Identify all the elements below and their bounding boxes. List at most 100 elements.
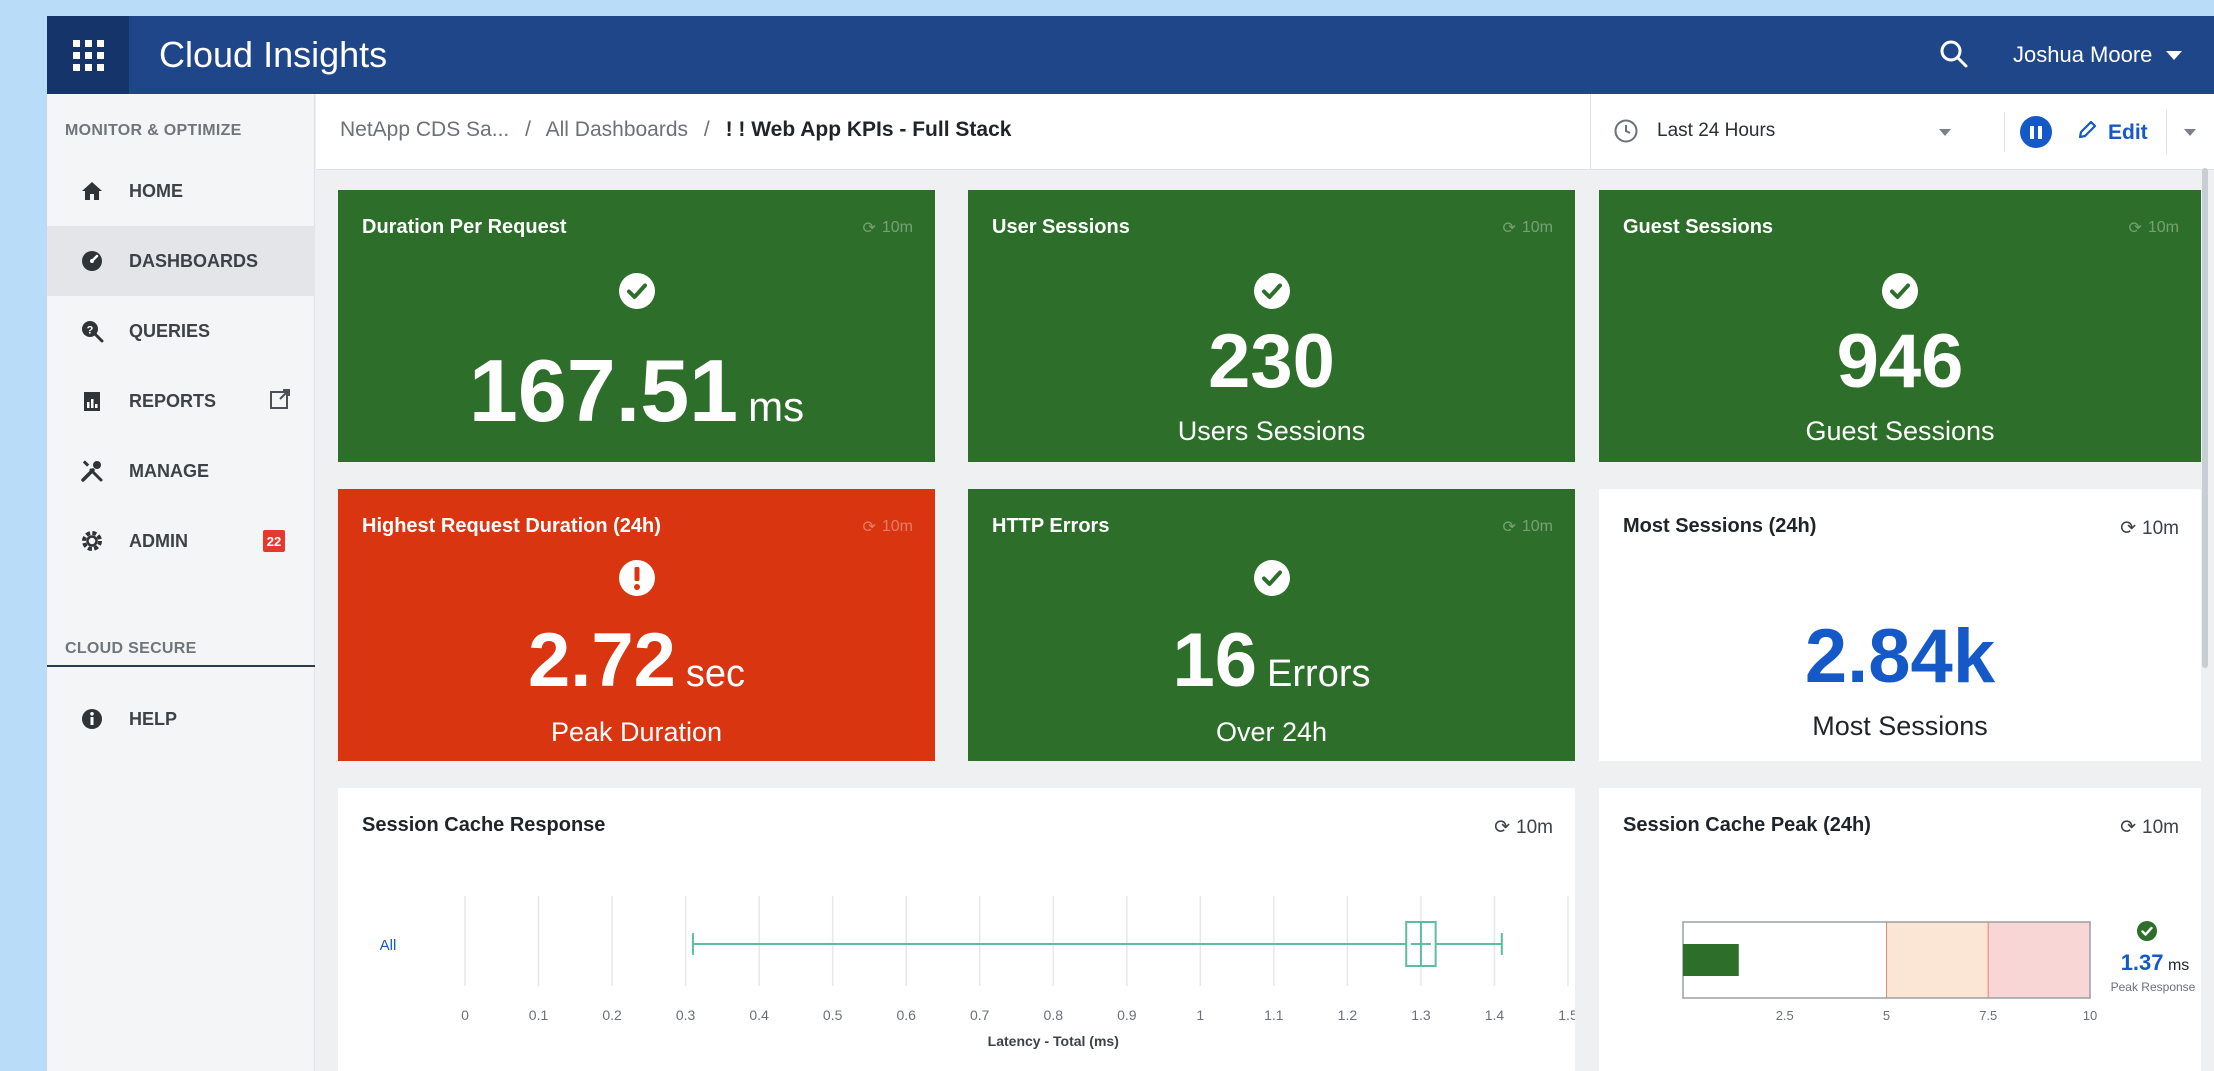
widget-refresh-interval: ⟳ 10m <box>2120 517 2179 540</box>
sidebar-item-home[interactable]: HOME <box>47 156 315 226</box>
sidebar-item-label: HOME <box>129 180 183 201</box>
tick-label: 10 <box>2083 1008 2097 1023</box>
range-band <box>1987 921 2091 999</box>
edit-button-label: Edit <box>2108 121 2148 144</box>
chevron-down-icon <box>2166 50 2183 60</box>
home-icon <box>77 176 107 206</box>
dashboard-toolbar: NetApp CDS Sa... / All Dashboards / ! ! … <box>316 94 2214 170</box>
widget-title: Duration Per Request <box>362 216 567 238</box>
tick-label: 1 <box>1196 1007 1204 1023</box>
sidebar-item-dashboards[interactable]: DASHBOARDS <box>47 226 315 296</box>
refresh-icon: ⟳ <box>2128 220 2142 237</box>
refresh-icon: ⟳ <box>862 220 876 237</box>
tick-label: 0.1 <box>529 1007 549 1023</box>
widget-highest-request-duration[interactable]: Highest Request Duration (24h) ⟳ 10m 2.72… <box>338 489 935 761</box>
tick-label: 0.4 <box>749 1007 769 1023</box>
widget-title: Most Sessions (24h) <box>1623 515 1817 537</box>
tick-label: 7.5 <box>1979 1008 1997 1023</box>
user-name: Joshua Moore <box>2013 42 2153 67</box>
widget-title: User Sessions <box>992 216 1130 238</box>
info-icon <box>77 704 107 734</box>
app-window: Cloud Insights Joshua Moore MONITOR & OP… <box>47 16 2214 1071</box>
check-circle-icon <box>618 272 656 315</box>
widget-http-errors[interactable]: HTTP Errors ⟳ 10m 16 Errors Over 24h <box>968 489 1575 761</box>
widget-session-cache-response[interactable]: Session Cache Response ⟳ 10m 0 0.1 0.2 0.3 0.… <box>338 788 1575 1071</box>
app-switcher-button[interactable] <box>47 16 129 94</box>
check-circle-icon <box>1253 272 1291 315</box>
widget-value: 2.84k <box>1804 614 1996 699</box>
peak-value: 1.37 ms <box>2120 950 2190 975</box>
check-circle-icon <box>2136 920 2158 947</box>
pause-refresh-button[interactable] <box>2020 116 2052 148</box>
sidebar: MONITOR & OPTIMIZE HOME DASHBOARDS ? QUE… <box>47 94 315 1071</box>
sidebar-item-manage[interactable]: MANAGE <box>47 436 315 506</box>
scrollbar[interactable] <box>2202 168 2208 668</box>
widget-refresh-interval: ⟳ 10m <box>862 518 913 536</box>
tick-label: 2.5 <box>1776 1008 1794 1023</box>
tick-label: 1.5 <box>1558 1007 1575 1023</box>
tick-label: 5 <box>1883 1008 1890 1023</box>
widget-value: 16 Errors <box>1172 618 1371 703</box>
widget-value: 2.72 sec <box>527 618 746 703</box>
chevron-down-icon <box>1939 129 1951 136</box>
tick-label: 1.3 <box>1411 1007 1431 1023</box>
sidebar-item-reports[interactable]: REPORTS <box>47 366 315 436</box>
widget-subtitle: Users Sessions <box>1177 416 1366 446</box>
widget-session-cache-peak[interactable]: Session Cache Peak (24h) ⟳ 10m 2.5 5 7.5 10 … <box>1599 788 2201 1071</box>
tick-label: 1.4 <box>1485 1007 1505 1023</box>
toolbar-divider <box>2004 112 2005 152</box>
widget-guest-sessions[interactable]: Guest Sessions ⟳ 10m 946 Guest Sessions <box>1599 190 2201 462</box>
refresh-icon: ⟳ <box>1502 220 1516 237</box>
top-bar: Cloud Insights Joshua Moore <box>47 16 2214 94</box>
check-circle-icon <box>1881 272 1919 315</box>
external-link-icon[interactable] <box>269 388 291 415</box>
user-menu[interactable]: Joshua Moore <box>2013 42 2183 68</box>
tick-label: 0.6 <box>896 1007 916 1023</box>
tick-label: 0.8 <box>1044 1007 1064 1023</box>
widget-user-sessions[interactable]: User Sessions ⟳ 10m 230 Users Sessions <box>968 190 1575 462</box>
tick-label: 0.2 <box>602 1007 622 1023</box>
breadcrumb-all-dashboards-link[interactable]: All Dashboards <box>546 118 688 141</box>
sidebar-item-label: MANAGE <box>129 460 209 481</box>
widget-title: Guest Sessions <box>1623 216 1774 238</box>
sidebar-item-label: HELP <box>129 708 178 729</box>
range-band <box>1886 921 1989 999</box>
refresh-icon: ⟳ <box>862 519 876 536</box>
time-range-value: Last 24 Hours <box>1657 120 1776 141</box>
sidebar-section-cloud-secure: CLOUD SECURE <box>65 640 197 657</box>
search-icon[interactable] <box>1934 34 1974 74</box>
page-title: ! ! Web App KPIs - Full Stack <box>725 118 1012 141</box>
breadcrumb-root-link[interactable]: NetApp CDS Sa... <box>340 118 509 141</box>
breadcrumb-separator: / <box>525 118 531 141</box>
widget-most-sessions[interactable]: Most Sessions (24h) ⟳ 10m 2.84k Most Sess… <box>1599 489 2201 761</box>
refresh-icon: ⟳ <box>1502 519 1516 536</box>
admin-gear-icon <box>77 526 107 556</box>
sidebar-item-help[interactable]: HELP <box>47 684 315 754</box>
widget-value: 946 <box>1836 319 1964 404</box>
widget-value: 167.51 ms <box>468 341 805 440</box>
bullet-chart: 2.5 5 7.5 10 <box>1682 921 2097 1023</box>
widget-subtitle: Most Sessions <box>1812 711 1988 741</box>
widget-refresh-interval: ⟳ 10m <box>2128 219 2179 237</box>
widget-refresh-interval: ⟳ 10m <box>1502 219 1553 237</box>
tick-label: 0.7 <box>970 1007 990 1023</box>
time-range-select[interactable]: Last 24 Hours <box>1590 94 1970 170</box>
category-label: All <box>380 937 397 954</box>
admin-notification-badge: 22 <box>263 530 285 552</box>
tick-label: 0.9 <box>1117 1007 1137 1023</box>
edit-button[interactable]: Edit <box>2076 116 2148 150</box>
sidebar-divider <box>47 665 315 667</box>
sidebar-item-queries[interactable]: ? QUERIES <box>47 296 315 366</box>
dashboard-gauge-icon <box>77 246 107 276</box>
tick-label: 1.1 <box>1264 1007 1284 1023</box>
widget-refresh-interval: ⟳ 10m <box>862 219 913 237</box>
sidebar-item-label: REPORTS <box>129 390 217 411</box>
edit-options-chevron-icon[interactable] <box>2184 129 2196 136</box>
sidebar-item-admin[interactable]: ADMIN 22 <box>47 506 315 576</box>
apps-grid-icon <box>72 39 104 71</box>
x-axis-label: Latency - Total (ms) <box>988 1033 1119 1049</box>
widget-duration-per-request[interactable]: Duration Per Request ⟳ 10m 167.51 ms <box>338 190 935 462</box>
widget-refresh-interval: ⟳ 10m <box>1502 518 1553 536</box>
check-circle-icon <box>1253 559 1291 602</box>
sidebar-section-monitor: MONITOR & OPTIMIZE <box>65 122 242 139</box>
